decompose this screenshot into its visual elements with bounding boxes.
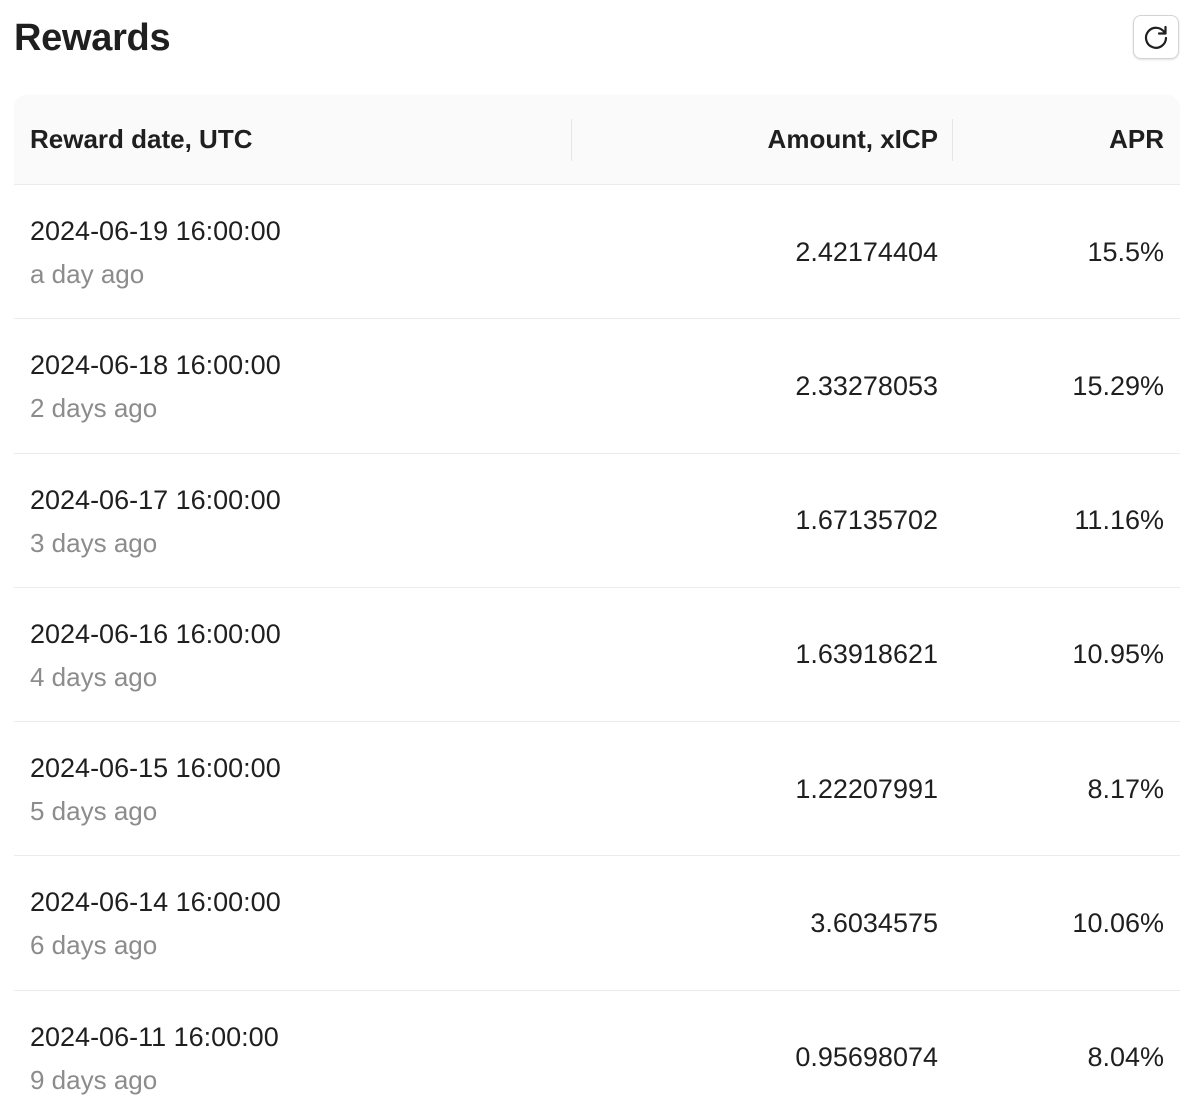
reward-date: 2024-06-18 16:00:00 <box>30 350 281 381</box>
reward-apr: 15.29% <box>1072 370 1164 401</box>
reward-apr: 10.95% <box>1072 639 1164 670</box>
column-header-date[interactable]: Reward date, UTC <box>30 95 253 184</box>
column-header-amount[interactable]: Amount, xICP <box>768 95 938 184</box>
reward-amount: 1.67135702 <box>795 505 938 536</box>
rewards-table: Reward date, UTC Amount, xICP APR 2024-0… <box>14 95 1180 1103</box>
reward-relative-time: 5 days ago <box>30 796 158 827</box>
reward-apr: 8.17% <box>1087 773 1164 804</box>
reward-date: 2024-06-14 16:00:00 <box>30 887 281 918</box>
reward-relative-time: 3 days ago <box>30 527 158 558</box>
column-divider <box>571 119 572 161</box>
reward-amount: 0.95698074 <box>795 1042 938 1073</box>
table-row: 2024-06-17 16:00:00 3 days ago 1.6713570… <box>14 454 1180 588</box>
reward-date-cell: 2024-06-17 16:00:00 3 days ago <box>30 482 281 561</box>
table-row: 2024-06-11 16:00:00 9 days ago 0.9569807… <box>14 991 1180 1103</box>
reward-date-cell: 2024-06-18 16:00:00 2 days ago <box>30 347 281 426</box>
table-row: 2024-06-16 16:00:00 4 days ago 1.6391862… <box>14 588 1180 723</box>
page-title: Rewards <box>14 17 171 59</box>
reward-amount: 1.63918621 <box>795 639 938 670</box>
reward-apr: 8.04% <box>1087 1042 1164 1073</box>
table-body: 2024-06-19 16:00:00 a day ago 2.42174404… <box>14 185 1180 1103</box>
reward-relative-time: 9 days ago <box>30 1064 158 1095</box>
column-header-apr[interactable]: APR <box>1109 95 1164 184</box>
reward-amount: 1.22207991 <box>795 773 938 804</box>
reward-relative-time: a day ago <box>30 259 145 289</box>
reward-date-cell: 2024-06-14 16:00:00 6 days ago <box>30 884 281 963</box>
table-row: 2024-06-18 16:00:00 2 days ago 2.3327805… <box>14 319 1180 454</box>
table-row: 2024-06-15 16:00:00 5 days ago 1.2220799… <box>14 722 1180 857</box>
table-header: Reward date, UTC Amount, xICP APR <box>14 95 1180 185</box>
reward-apr: 15.5% <box>1087 236 1164 267</box>
reward-date: 2024-06-19 16:00:00 <box>30 216 281 246</box>
reward-date-cell: 2024-06-15 16:00:00 5 days ago <box>30 750 281 829</box>
reward-date: 2024-06-16 16:00:00 <box>30 618 281 649</box>
reward-amount: 2.33278053 <box>795 370 938 401</box>
reward-date-cell: 2024-06-11 16:00:00 9 days ago <box>30 1019 279 1098</box>
reward-apr: 11.16% <box>1074 505 1164 536</box>
reward-relative-time: 4 days ago <box>30 661 158 692</box>
reward-relative-time: 2 days ago <box>30 393 158 424</box>
refresh-icon <box>1142 23 1170 51</box>
reward-amount: 3.6034575 <box>810 907 938 938</box>
reward-date-cell: 2024-06-19 16:00:00 a day ago <box>30 213 281 292</box>
table-row: 2024-06-19 16:00:00 a day ago 2.42174404… <box>14 185 1180 320</box>
refresh-button[interactable] <box>1133 15 1179 59</box>
reward-date-cell: 2024-06-16 16:00:00 4 days ago <box>30 616 281 695</box>
table-row: 2024-06-14 16:00:00 6 days ago 3.6034575… <box>14 856 1180 991</box>
reward-apr: 10.06% <box>1072 907 1164 938</box>
reward-amount: 2.42174404 <box>795 236 938 267</box>
reward-date: 2024-06-17 16:00:00 <box>30 484 281 515</box>
reward-date: 2024-06-11 16:00:00 <box>30 1021 279 1052</box>
column-divider <box>952 119 953 161</box>
rewards-page: Rewards Reward date, UTC Amount, xICP AP… <box>0 0 1200 1103</box>
reward-relative-time: 6 days ago <box>30 930 158 961</box>
reward-date: 2024-06-15 16:00:00 <box>30 753 281 784</box>
